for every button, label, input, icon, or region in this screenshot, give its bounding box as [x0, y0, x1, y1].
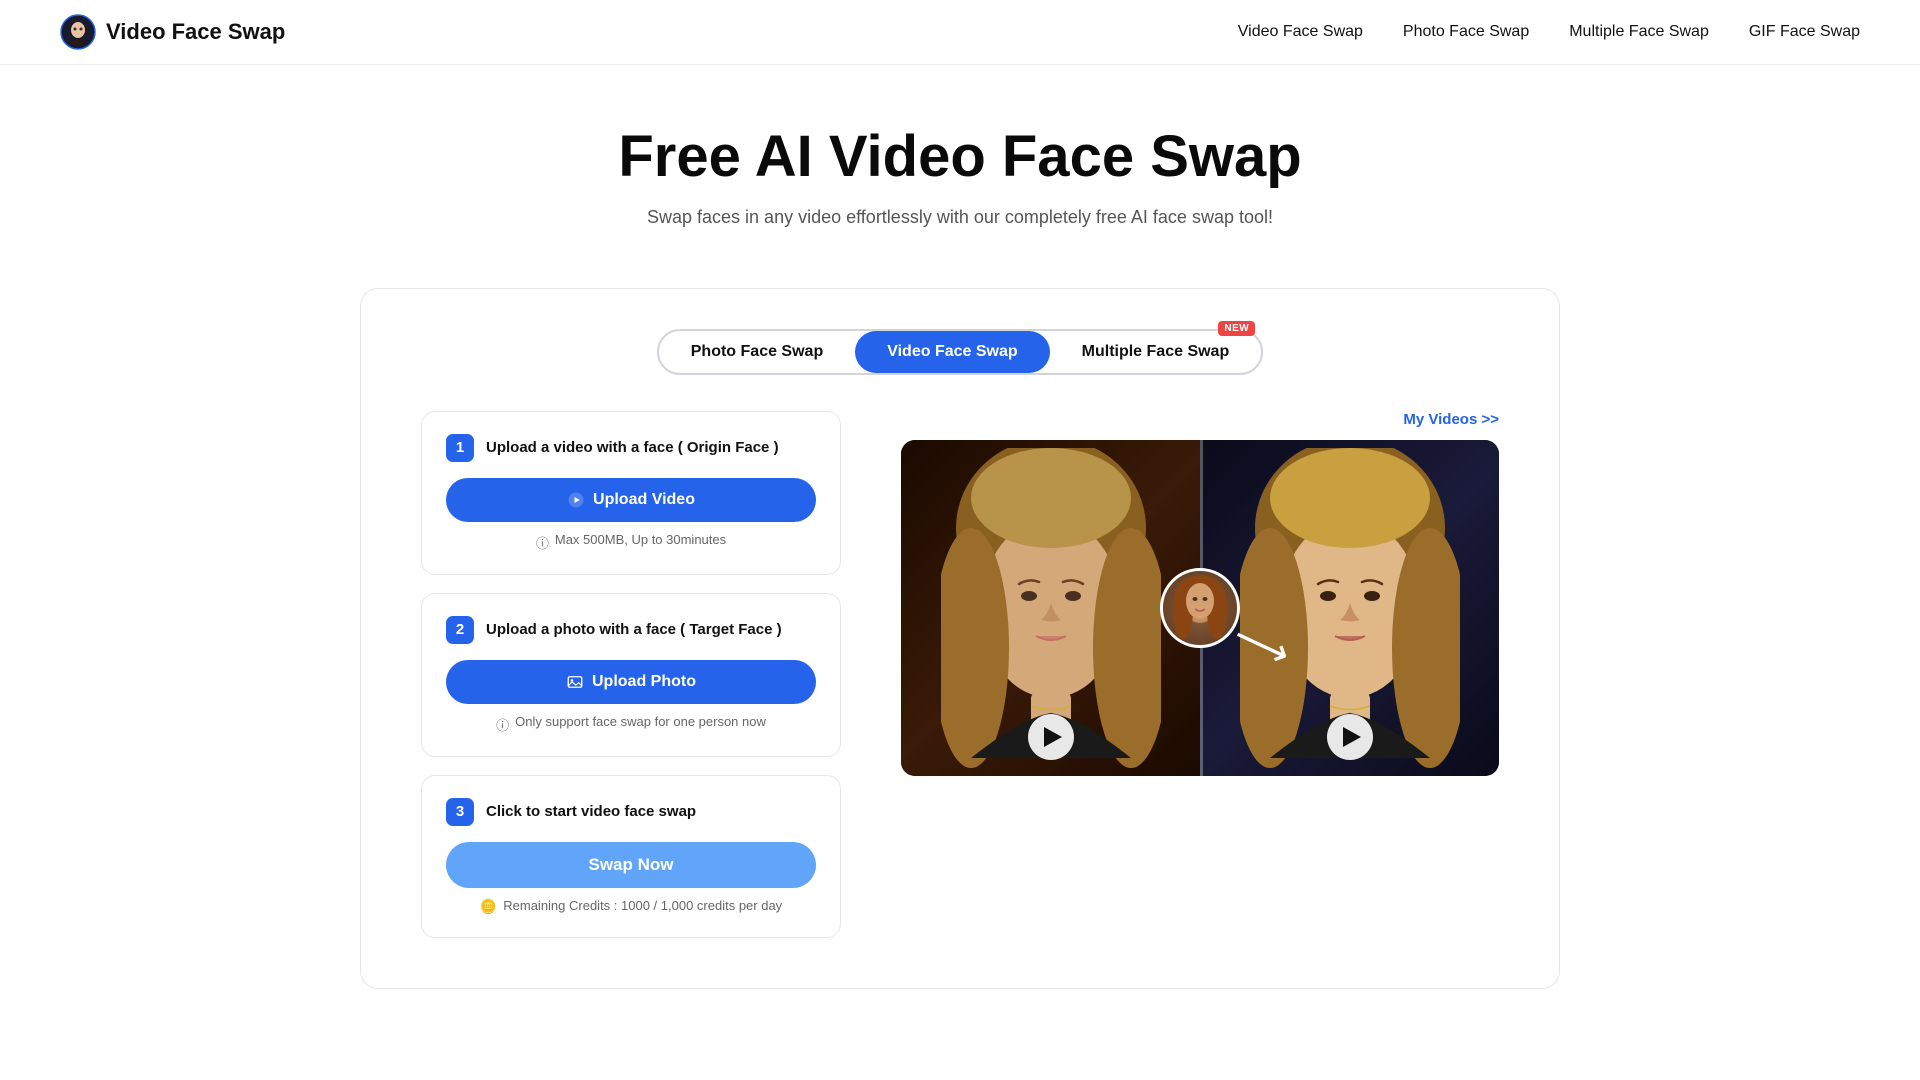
play-icon-after	[1343, 727, 1361, 747]
upload-photo-label: Upload Photo	[592, 673, 696, 691]
tab-row: Photo Face Swap Video Face Swap Multiple…	[421, 329, 1499, 375]
hero-section: Free AI Video Face Swap Swap faces in an…	[0, 65, 1920, 258]
step-1-note: ⓘ Max 500MB, Up to 30minutes	[446, 532, 816, 552]
credits-text: Remaining Credits : 1000 / 1,000 credits…	[503, 898, 782, 913]
play-button-after[interactable]	[1327, 714, 1373, 760]
nav-multiple-face-swap[interactable]: Multiple Face Swap	[1569, 23, 1709, 41]
step-2-card: 2 Upload a photo with a face ( Target Fa…	[421, 593, 841, 757]
step-2-note-text: Only support face swap for one person no…	[515, 714, 766, 729]
step-1-header: 1 Upload a video with a face ( Origin Fa…	[446, 434, 816, 462]
upload-photo-icon	[566, 673, 584, 691]
target-face-thumbnail	[1163, 571, 1237, 645]
tab-video-face-swap[interactable]: Video Face Swap	[855, 331, 1049, 373]
play-button-before[interactable]	[1028, 714, 1074, 760]
logo-text: Video Face Swap	[106, 19, 285, 45]
play-icon-before	[1044, 727, 1062, 747]
step-3-num: 3	[446, 798, 474, 826]
step-1-num: 1	[446, 434, 474, 462]
main-card: Photo Face Swap Video Face Swap Multiple…	[360, 288, 1560, 989]
swap-now-label: Swap Now	[588, 855, 673, 874]
step-2-num: 2	[446, 616, 474, 644]
step-2-note-icon: ⓘ	[496, 715, 509, 734]
credits-note: 🪙 Remaining Credits : 1000 / 1,000 credi…	[446, 898, 816, 915]
swap-now-button[interactable]: Swap Now	[446, 842, 816, 888]
steps-panel: 1 Upload a video with a face ( Origin Fa…	[421, 411, 841, 938]
upload-video-icon	[567, 491, 585, 509]
preview-container: ⟶	[901, 440, 1499, 776]
logo-icon	[60, 14, 96, 50]
hero-title: Free AI Video Face Swap	[20, 125, 1900, 189]
upload-photo-button[interactable]: Upload Photo	[446, 660, 816, 704]
step-1-title: Upload a video with a face ( Origin Face…	[486, 439, 779, 456]
credits-icon: 🪙	[480, 898, 497, 915]
swap-circle	[1160, 568, 1240, 648]
preview-area: My Videos >>	[901, 411, 1499, 776]
step-3-title: Click to start video face swap	[486, 803, 696, 820]
my-videos-link[interactable]: My Videos >>	[901, 411, 1499, 428]
nav-video-face-swap[interactable]: Video Face Swap	[1238, 23, 1363, 41]
swap-indicator: ⟶	[1160, 568, 1240, 648]
step-3-header: 3 Click to start video face swap	[446, 798, 816, 826]
step-2-header: 2 Upload a photo with a face ( Target Fa…	[446, 616, 816, 644]
upload-video-button[interactable]: Upload Video	[446, 478, 816, 522]
nav-photo-face-swap[interactable]: Photo Face Swap	[1403, 23, 1529, 41]
tab-multiple-wrapper: Multiple Face Swap NEW	[1050, 331, 1262, 373]
hero-subtitle: Swap faces in any video effortlessly wit…	[20, 207, 1900, 228]
tab-group: Photo Face Swap Video Face Swap Multiple…	[657, 329, 1263, 375]
nav-links: Video Face Swap Photo Face Swap Multiple…	[1238, 23, 1860, 41]
new-badge: NEW	[1218, 321, 1255, 336]
step-3-card: 3 Click to start video face swap Swap No…	[421, 775, 841, 938]
nav-gif-face-swap[interactable]: GIF Face Swap	[1749, 23, 1860, 41]
upload-video-label: Upload Video	[593, 491, 695, 509]
content-area: 1 Upload a video with a face ( Origin Fa…	[421, 411, 1499, 938]
navbar: Video Face Swap Video Face Swap Photo Fa…	[0, 0, 1920, 65]
tab-multiple-face-swap[interactable]: Multiple Face Swap	[1050, 331, 1262, 373]
logo[interactable]: Video Face Swap	[60, 14, 285, 50]
step-2-title: Upload a photo with a face ( Target Face…	[486, 621, 782, 638]
step-1-note-icon: ⓘ	[536, 533, 549, 552]
step-2-note: ⓘ Only support face swap for one person …	[446, 714, 816, 734]
step-1-note-text: Max 500MB, Up to 30minutes	[555, 532, 726, 547]
step-1-card: 1 Upload a video with a face ( Origin Fa…	[421, 411, 841, 575]
tab-photo-face-swap[interactable]: Photo Face Swap	[659, 331, 855, 373]
